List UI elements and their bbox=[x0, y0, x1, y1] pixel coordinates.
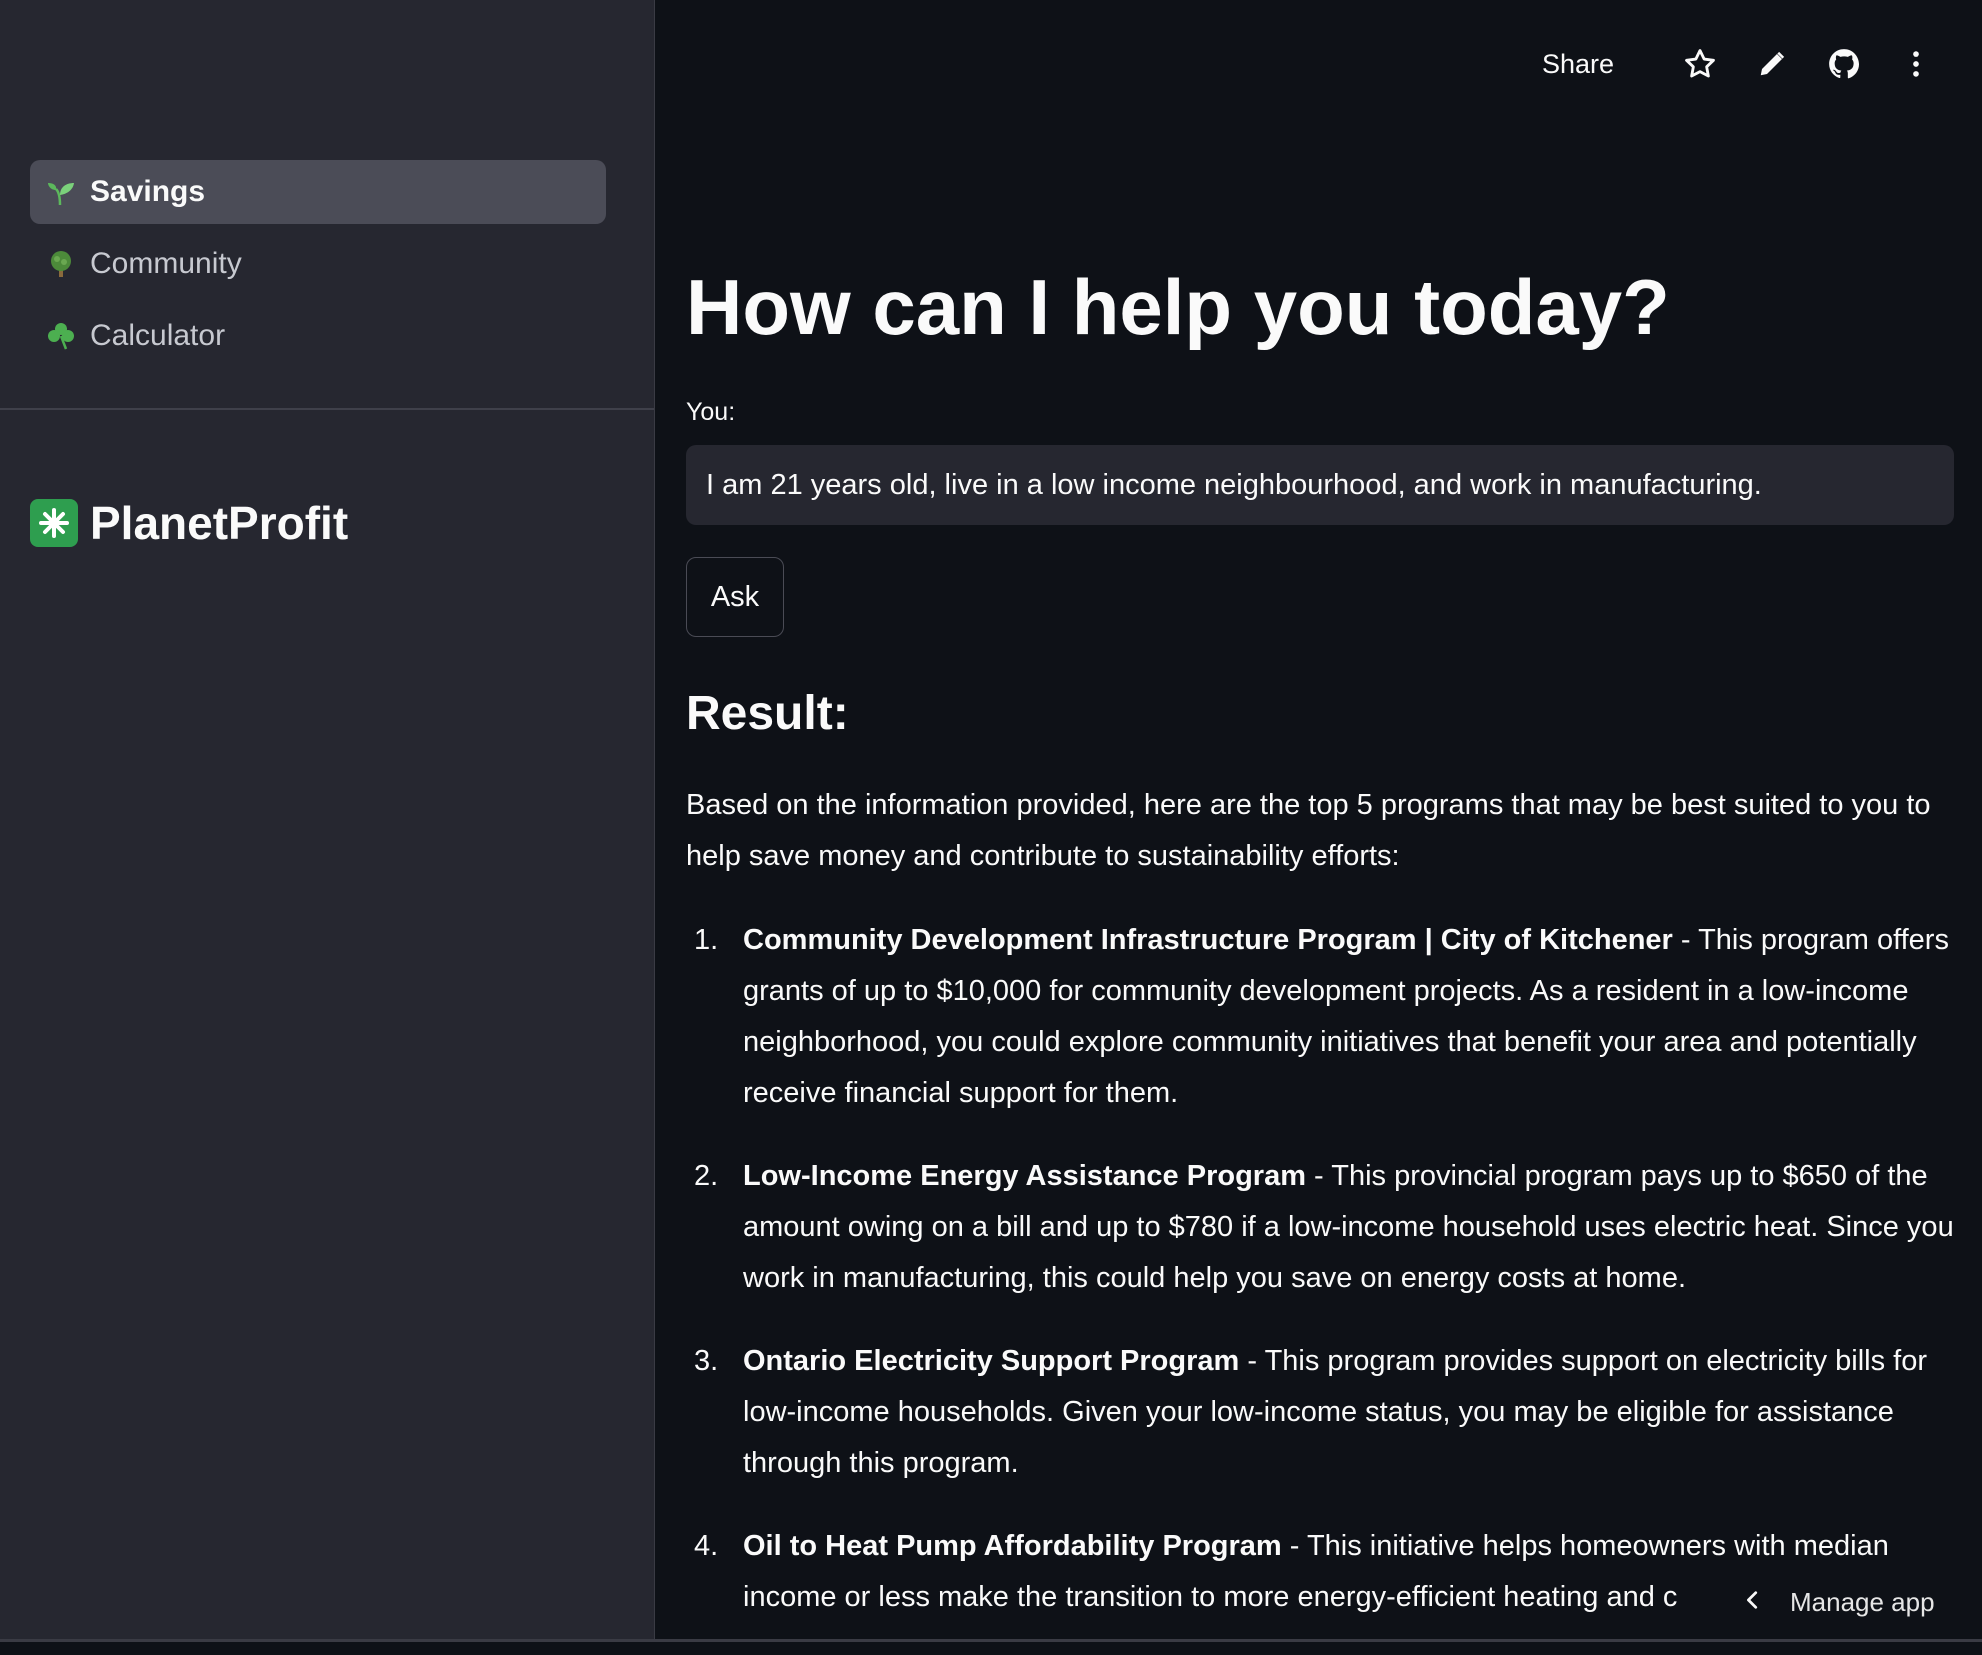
sidebar-item-label: Savings bbox=[90, 175, 206, 208]
page-title: How can I help you today? bbox=[686, 263, 1670, 351]
sparkle-icon bbox=[30, 499, 78, 547]
tree-icon bbox=[46, 249, 76, 279]
program-name: Community Development Infrastructure Pro… bbox=[743, 924, 1673, 956]
result-heading: Result: bbox=[686, 687, 849, 740]
list-item-number: 4. bbox=[694, 1530, 719, 1562]
list-item-number: 3. bbox=[694, 1345, 719, 1377]
program-list: 1. Community Development Infrastructure P… bbox=[686, 915, 1954, 1655]
program-name: Ontario Electricity Support Program bbox=[743, 1345, 1240, 1377]
result-intro: Based on the information provided, here … bbox=[686, 789, 1931, 872]
pencil-icon[interactable] bbox=[1752, 44, 1792, 84]
sidebar-item-label: Community bbox=[90, 247, 242, 280]
star-icon[interactable] bbox=[1680, 44, 1720, 84]
list-item-number: 2. bbox=[694, 1160, 719, 1192]
list-item-number: 1. bbox=[694, 924, 719, 956]
sidebar: Savings Community Calculator PlanetProfi… bbox=[0, 0, 655, 1642]
chevron-left-icon bbox=[1742, 1589, 1764, 1616]
program-name: Low-Income Energy Assistance Program bbox=[743, 1160, 1306, 1192]
sidebar-item-calculator[interactable]: Calculator bbox=[30, 304, 606, 368]
list-item: 1. Community Development Infrastructure P… bbox=[686, 915, 1954, 1119]
brand: PlanetProfit bbox=[30, 496, 348, 550]
sidebar-divider bbox=[0, 408, 654, 410]
list-item: 2. Low-Income Energy Assistance Program -… bbox=[686, 1151, 1954, 1304]
sidebar-item-savings[interactable]: Savings bbox=[30, 160, 606, 224]
brand-name: PlanetProfit bbox=[90, 497, 349, 549]
sidebar-nav: Savings Community Calculator bbox=[30, 160, 606, 376]
sidebar-item-label: Calculator bbox=[90, 319, 226, 352]
manage-app-button[interactable]: Manage app bbox=[1722, 1562, 1982, 1642]
question-input[interactable] bbox=[686, 445, 1954, 525]
list-item: 3. Ontario Electricity Support Program - … bbox=[686, 1336, 1954, 1489]
github-icon[interactable] bbox=[1824, 44, 1864, 84]
share-button[interactable]: Share bbox=[1542, 49, 1614, 80]
seedling-icon bbox=[46, 177, 76, 207]
more-vertical-icon[interactable] bbox=[1896, 44, 1936, 84]
program-name: Oil to Heat Pump Affordability Program bbox=[743, 1530, 1282, 1562]
header-toolbar: Share bbox=[1542, 44, 1936, 84]
you-label: You: bbox=[686, 398, 736, 426]
sidebar-item-community[interactable]: Community bbox=[30, 232, 606, 296]
shamrock-icon bbox=[46, 321, 76, 351]
manage-app-label: Manage app bbox=[1790, 1586, 1935, 1617]
ask-button[interactable]: Ask bbox=[686, 557, 784, 637]
